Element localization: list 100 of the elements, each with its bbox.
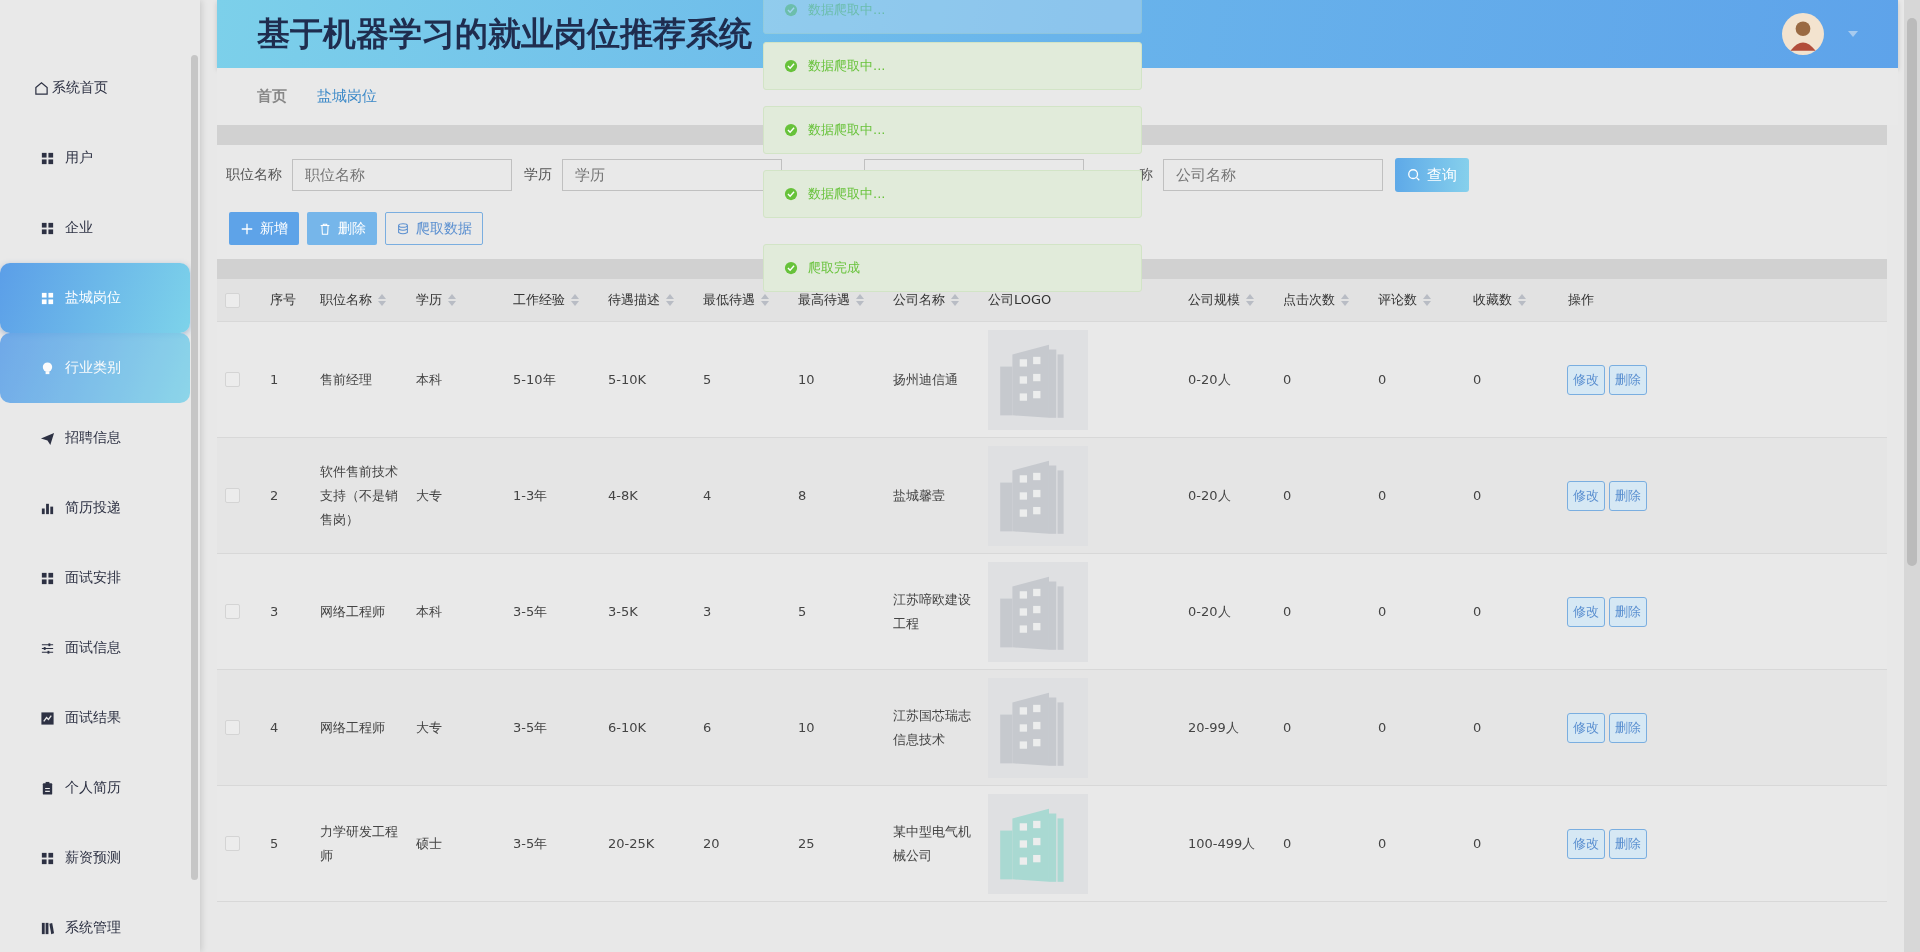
sidebar-item[interactable]: 盐城岗位 [0,263,190,333]
sidebar-item[interactable]: 面试安排 [0,543,190,613]
sort-icon[interactable] [856,294,864,306]
row-action-button[interactable]: 修改 [1567,364,1605,395]
row-action-button[interactable]: 删除 [1609,596,1647,627]
sidebar-item[interactable]: 行业类别 [0,333,190,403]
table-cell-text: 5-10年 [513,370,556,389]
grid-icon [40,850,55,866]
table-cell-text: 0 [1283,486,1292,505]
table-cell-text: 大专 [416,718,442,737]
row-checkbox[interactable] [225,604,240,619]
sort-icon[interactable] [1423,294,1431,306]
search-field[interactable]: 公司名称 [1163,159,1383,191]
row-checkbox[interactable] [225,720,240,735]
sidebar-item[interactable]: 企业 [0,193,190,263]
table-cell-text: 3-5年 [513,602,548,621]
table-cell-text: 盐城馨壹 [893,486,945,505]
search-field[interactable]: 学历 [562,159,782,191]
sort-icon[interactable] [448,294,456,306]
table-cell-text: 本科 [416,370,442,389]
scrollbar[interactable] [191,55,198,880]
row-action-button[interactable]: 删除 [1609,712,1647,743]
sort-icon[interactable] [1518,294,1526,306]
toolbar-button[interactable]: 删除 [307,212,377,245]
table-cell-text: 网络工程师 [320,602,385,621]
table-cell-text: 0 [1473,486,1482,505]
row-checkbox[interactable] [225,836,240,851]
table-cell-text: 0 [1378,834,1387,853]
sidebar-item[interactable]: 招聘信息 [0,403,190,473]
sort-icon[interactable] [951,294,959,306]
table-cell-text: 某中型电气机械公司 [893,822,972,865]
column-header: 最高待遇 [798,291,850,309]
table-cell-text: 5-10K [608,370,647,389]
table-cell-text: 5 [703,370,712,389]
avatar-icon[interactable] [1782,13,1824,55]
sort-icon[interactable] [666,294,674,306]
sort-icon[interactable] [571,294,579,306]
sidebar-item[interactable]: 面试结果 [0,683,190,753]
table-cell-text: 0-20人 [1188,370,1231,389]
row-action-button[interactable]: 修改 [1567,480,1605,511]
sidebar-item[interactable]: 系统首页 [0,53,190,123]
sidebar-item[interactable]: 用户 [0,123,190,193]
row-action-button[interactable]: 修改 [1567,596,1605,627]
status-toast: 数据爬取中... [763,42,1142,90]
sidebar-item[interactable]: 面试信息 [0,613,190,683]
field-label: 职位名称 [226,166,282,184]
sidebar-item[interactable]: 薪资预测 [0,823,190,893]
sidebar-item[interactable]: 个人简历 [0,753,190,823]
column-header: 工作经验 [513,291,565,309]
table-cell-text: 2 [270,486,279,505]
sort-icon[interactable] [761,294,769,306]
clipboard-icon [40,780,55,796]
table-cell-text: 0 [1378,718,1387,737]
table-cell-text: 3-5K [608,602,638,621]
table-cell-text: 0 [1473,718,1482,737]
sort-icon[interactable] [378,294,386,306]
table-cell-text: 20-25K [608,834,655,853]
sort-icon[interactable] [1341,294,1349,306]
table-cell-text: 1-3年 [513,486,548,505]
row-checkbox[interactable] [225,488,240,503]
query-button[interactable]: 查询 [1395,158,1469,192]
bulb-icon [40,360,55,376]
column-header: 操作 [1568,291,1594,309]
table-cell-text: 1 [270,370,279,389]
breadcrumb-link[interactable]: 盐城岗位 [317,87,377,106]
breadcrumb-link[interactable]: 首页 [257,87,287,106]
sidebar-item[interactable]: 简历投递 [0,473,190,543]
search-field[interactable]: 职位名称 [292,159,512,191]
table-cell-text: 硕士 [416,834,442,853]
table-cell-text: 0-20人 [1188,486,1231,505]
table-cell-text: 本科 [416,602,442,621]
success-icon [784,123,798,137]
toolbar-button[interactable]: 新增 [229,212,299,245]
table-cell-text: 售前经理 [320,370,372,389]
toolbar-button[interactable]: 爬取数据 [385,212,483,245]
scrollbar[interactable] [1907,18,1917,566]
row-action-button[interactable]: 删除 [1609,480,1647,511]
table-cell-text: 0 [1283,718,1292,737]
status-toast: 数据爬取中... [763,106,1142,154]
table-cell-text: 0 [1283,834,1292,853]
column-header: 点击次数 [1283,291,1335,309]
table-cell-text: 5 [270,834,279,853]
success-icon [784,261,798,275]
table-cell-text: 6 [703,718,712,737]
row-action-button[interactable]: 删除 [1609,364,1647,395]
sort-icon[interactable] [1246,294,1254,306]
row-action-button[interactable]: 删除 [1609,828,1647,859]
column-header: 收藏数 [1473,291,1512,309]
row-action-button[interactable]: 修改 [1567,712,1605,743]
column-header: 公司规模 [1188,291,1240,309]
field-label: 学历 [524,166,552,184]
select-all-checkbox[interactable] [225,292,240,308]
row-checkbox[interactable] [225,372,240,387]
table-cell-text: 4-8K [608,486,638,505]
dropdown-caret-icon[interactable] [1848,31,1858,37]
row-action-button[interactable]: 修改 [1567,828,1605,859]
table-cell-text: 3-5年 [513,718,548,737]
column-header: 最低待遇 [703,291,755,309]
system-title: 基于机器学习的就业岗位推荐系统 [257,12,752,55]
sidebar-item[interactable]: 系统管理 [0,893,190,952]
